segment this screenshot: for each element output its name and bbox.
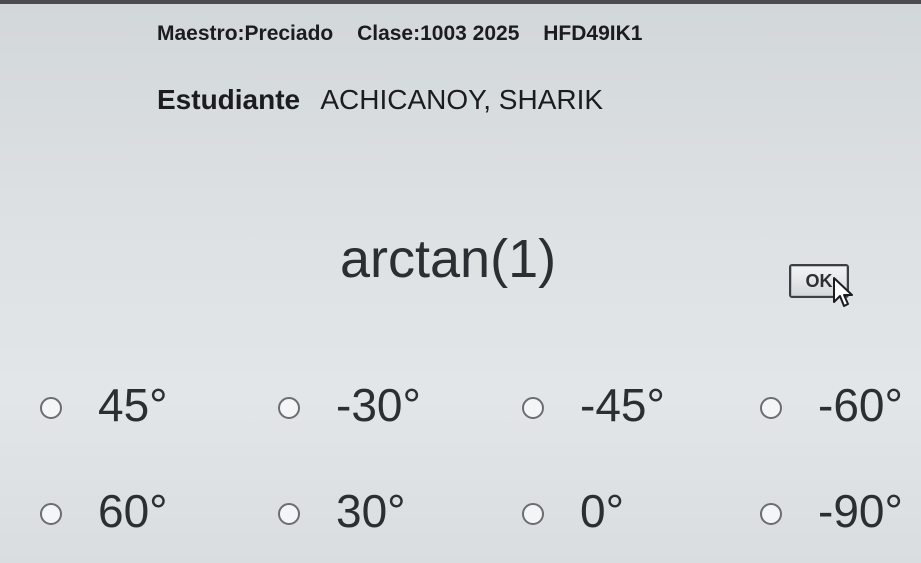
option-label: -60°: [818, 379, 903, 431]
student-name: ACHICANOY, SHARIK: [320, 84, 604, 115]
option-label: 0°: [580, 485, 624, 537]
question-text: arctan(1): [340, 229, 557, 289]
code-label: HFD49IK1: [543, 22, 643, 45]
mouse-pointer-icon: [833, 277, 853, 307]
option-label: -90°: [818, 485, 903, 537]
radio-button[interactable]: [40, 503, 62, 525]
radio-button[interactable]: [278, 397, 300, 419]
radio-button[interactable]: [760, 397, 782, 419]
radio-button[interactable]: [278, 503, 300, 525]
option-label: -30°: [336, 379, 421, 431]
header-info: Maestro:Preciado Clase:1003 2025 HFD49IK…: [157, 22, 660, 46]
option-label: 60°: [98, 485, 168, 537]
radio-button[interactable]: [522, 397, 544, 419]
student-label: Estudiante: [157, 84, 301, 115]
radio-button[interactable]: [40, 397, 62, 419]
class-label: Clase:1003 2025: [357, 22, 520, 45]
option-label: -45°: [580, 379, 665, 431]
radio-button[interactable]: [760, 503, 782, 525]
radio-button[interactable]: [522, 503, 544, 525]
option-label: 45°: [98, 379, 168, 431]
student-info: Estudiante ACHICANOY, SHARIK: [157, 84, 603, 116]
top-border: [0, 0, 921, 4]
teacher-label: Maestro:Preciado: [157, 22, 334, 45]
option-label: 30°: [336, 485, 406, 537]
